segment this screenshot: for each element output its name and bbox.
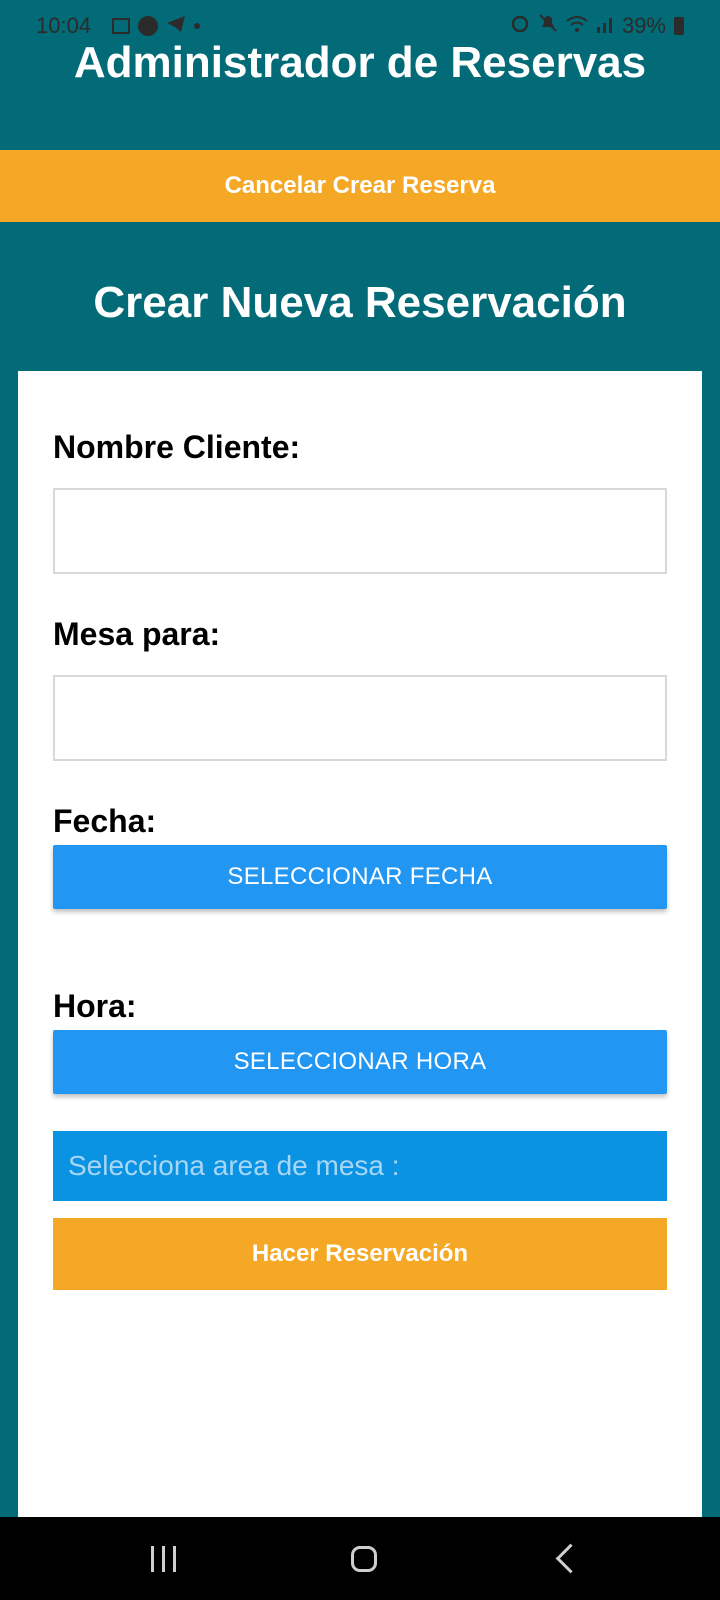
mesa-para-input[interactable] <box>53 675 667 761</box>
battery-text: 39% <box>621 13 666 38</box>
wifi-icon <box>566 13 588 39</box>
status-right-icons: 39% <box>510 13 684 39</box>
alarm-icon <box>510 13 530 39</box>
status-time: 10:04 <box>36 13 92 38</box>
reservation-form-card: Nombre Cliente: Mesa para: Fecha: SELECC… <box>18 371 702 1517</box>
select-date-button[interactable]: SELECCIONAR FECHA <box>53 845 667 909</box>
back-icon[interactable] <box>516 1517 616 1600</box>
status-left-icons <box>112 13 200 39</box>
home-icon[interactable] <box>314 1517 414 1600</box>
fecha-label: Fecha: <box>53 803 157 839</box>
mesa-para-label: Mesa para: <box>53 616 221 652</box>
a-circle-icon <box>138 16 158 36</box>
dot-icon <box>194 23 200 29</box>
signal-icon <box>596 13 614 39</box>
battery-icon <box>674 17 684 35</box>
mute-icon <box>538 13 558 39</box>
navigation-bar <box>0 1517 720 1600</box>
make-reservation-button[interactable]: Hacer Reservación <box>53 1218 667 1290</box>
hora-label: Hora: <box>53 988 137 1024</box>
nombre-cliente-label: Nombre Cliente: <box>53 429 301 465</box>
recents-icon[interactable] <box>113 1517 213 1600</box>
page-title: Crear Nueva Reservación <box>93 278 627 327</box>
table-area-select[interactable]: Selecciona area de mesa : <box>53 1131 667 1201</box>
app-title: Administrador de Reservas <box>73 38 647 87</box>
nombre-cliente-input[interactable] <box>53 488 667 574</box>
image-icon <box>112 18 130 34</box>
cancel-create-reservation-button[interactable]: Cancelar Crear Reserva <box>0 150 720 222</box>
telegram-icon <box>166 13 186 39</box>
select-time-button[interactable]: SELECCIONAR HORA <box>53 1030 667 1094</box>
